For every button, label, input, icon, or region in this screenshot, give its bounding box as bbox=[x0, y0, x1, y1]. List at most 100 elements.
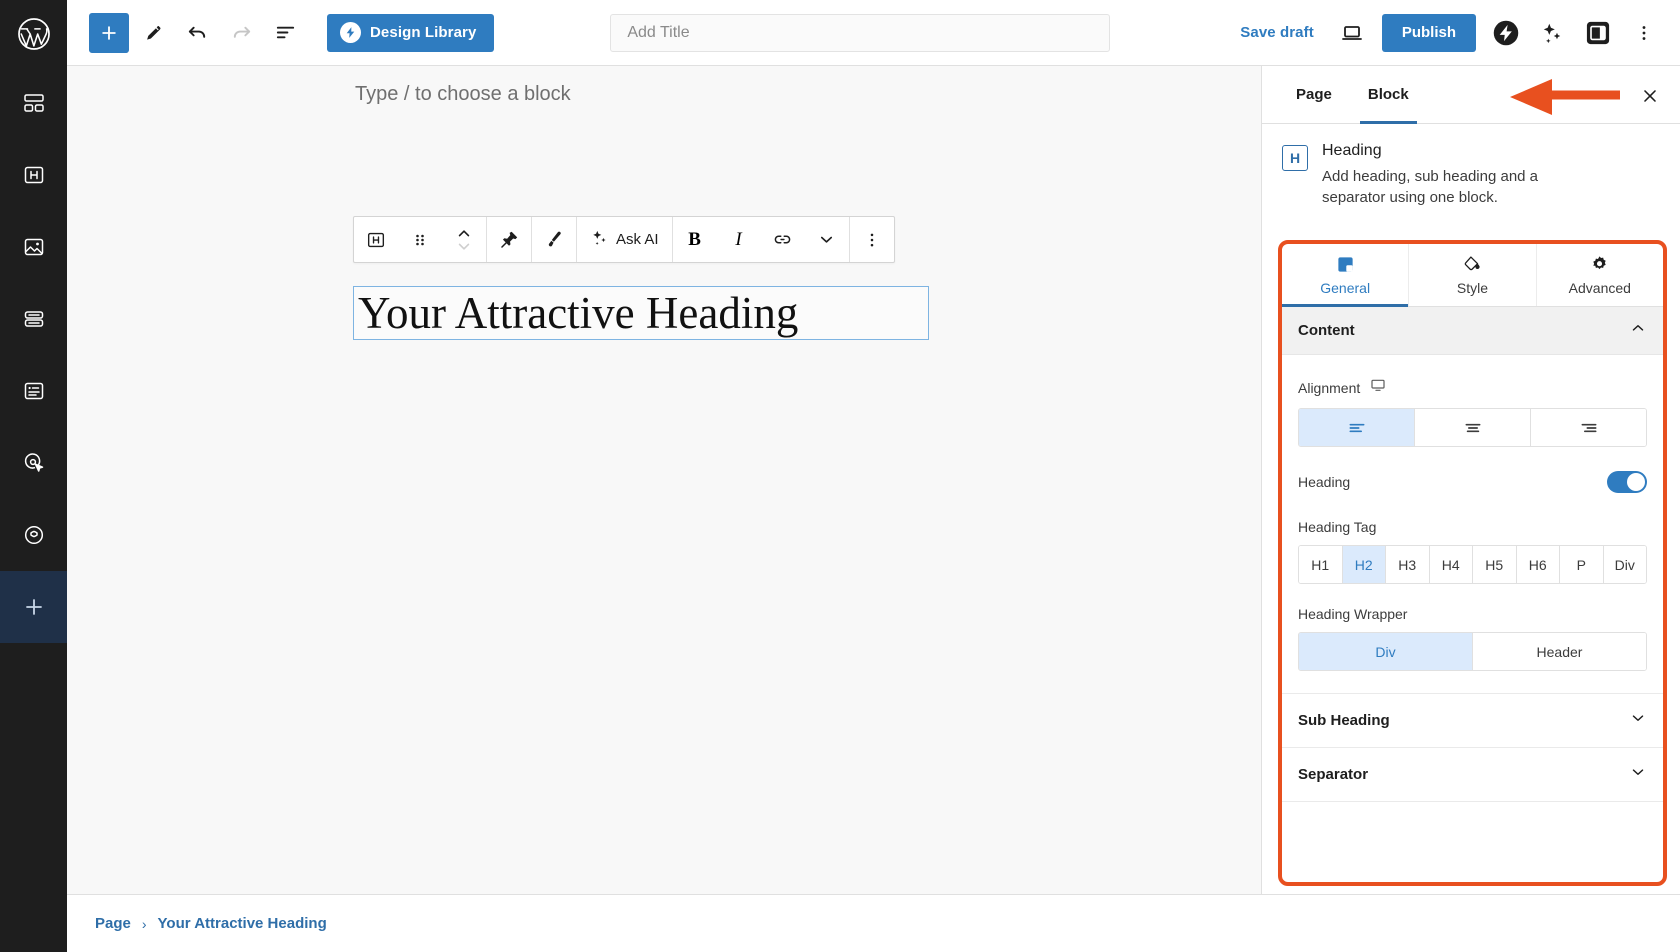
section-content-header[interactable]: Content bbox=[1282, 307, 1663, 355]
spectra-bolt-icon bbox=[340, 22, 361, 43]
chevron-down-icon bbox=[1629, 709, 1647, 732]
undo-icon[interactable] bbox=[177, 13, 217, 53]
gear-icon bbox=[1590, 255, 1609, 277]
block-toolbar-group-options bbox=[850, 217, 894, 262]
heading-block-text[interactable]: Your Attractive Heading bbox=[358, 290, 798, 336]
ask-ai-button[interactable]: Ask AI bbox=[577, 217, 672, 262]
heading-tag-h4[interactable]: H4 bbox=[1429, 546, 1473, 583]
align-left-button[interactable] bbox=[1299, 409, 1415, 446]
block-options-kebab[interactable] bbox=[850, 217, 894, 262]
sidebar-item-add[interactable] bbox=[0, 571, 67, 643]
layout-square-icon bbox=[1336, 255, 1355, 277]
drag-handle-icon[interactable] bbox=[398, 217, 442, 262]
add-block-button[interactable] bbox=[89, 12, 129, 53]
sidebar-item-stack[interactable] bbox=[0, 283, 67, 355]
more-rich-text-chevron[interactable] bbox=[805, 217, 849, 262]
tab-general[interactable]: General bbox=[1282, 244, 1410, 307]
block-toolbar-group-format: B I bbox=[673, 217, 850, 262]
heading-tag-h2[interactable]: H2 bbox=[1342, 546, 1386, 583]
sidebar-item-interaction[interactable] bbox=[0, 427, 67, 499]
publish-button[interactable]: Publish bbox=[1381, 13, 1476, 52]
block-name: Heading bbox=[1322, 142, 1382, 159]
desktop-icon[interactable] bbox=[1370, 377, 1386, 398]
settings-gear-icon bbox=[22, 523, 46, 547]
heading-tag-p[interactable]: P bbox=[1560, 546, 1604, 583]
add-icon bbox=[22, 595, 46, 619]
heading-toggle-switch[interactable] bbox=[1607, 471, 1647, 493]
sidebar-item-settings[interactable] bbox=[0, 499, 67, 571]
heading-block[interactable]: Your Attractive Heading bbox=[353, 286, 929, 340]
wordpress-logo-icon[interactable] bbox=[0, 0, 67, 67]
alignment-label: Alignment bbox=[1298, 379, 1361, 396]
bold-button[interactable]: B bbox=[673, 217, 717, 262]
panel-tab-bar: Page Block bbox=[1262, 66, 1680, 124]
chevron-down-icon bbox=[1629, 763, 1647, 786]
block-toolbar: Ask AI B I bbox=[353, 216, 895, 263]
top-toolbar: Design Library Save draft Publish bbox=[67, 0, 1680, 66]
pin-icon[interactable] bbox=[487, 217, 531, 262]
move-updown-icon[interactable] bbox=[442, 217, 486, 262]
heading-tag-h6[interactable]: H6 bbox=[1516, 546, 1560, 583]
settings-tab-bar: General Style Advanced bbox=[1282, 244, 1663, 307]
heading-tag-label: Heading Tag bbox=[1298, 519, 1377, 535]
heading-wrapper-button-group: Div Header bbox=[1298, 632, 1647, 671]
heading-wrapper-header[interactable]: Header bbox=[1473, 633, 1646, 670]
italic-button[interactable]: I bbox=[717, 217, 761, 262]
close-icon[interactable] bbox=[1632, 78, 1668, 114]
editor-canvas[interactable]: Type / to choose a block Ask AI B I Your… bbox=[67, 66, 1261, 894]
settings-sidebar-icon[interactable] bbox=[1576, 11, 1620, 55]
heading-tag-h5[interactable]: H5 bbox=[1473, 546, 1517, 583]
heading-tag-h1[interactable]: H1 bbox=[1299, 546, 1343, 583]
heading-wrapper-label-row: Heading Wrapper bbox=[1298, 584, 1647, 632]
field-heading-wrapper: Heading Wrapper Div Header bbox=[1282, 584, 1663, 693]
heading-block-icon bbox=[22, 163, 46, 187]
title-field-wrapper bbox=[494, 13, 1226, 52]
save-draft-button[interactable]: Save draft bbox=[1226, 24, 1328, 41]
edit-pen-icon[interactable] bbox=[133, 13, 173, 53]
design-library-button[interactable]: Design Library bbox=[327, 13, 495, 52]
heading-tag-h3[interactable]: H3 bbox=[1386, 546, 1430, 583]
block-toolbar-group-pin bbox=[487, 217, 532, 262]
image-block-icon bbox=[22, 235, 46, 259]
section-sub-heading-header[interactable]: Sub Heading bbox=[1282, 693, 1663, 747]
add-title-input[interactable] bbox=[610, 13, 1111, 52]
breadcrumb-item-page[interactable]: Page bbox=[95, 915, 131, 932]
ai-sparkle-icon[interactable] bbox=[1530, 11, 1574, 55]
rail-items bbox=[0, 67, 67, 643]
heading-wrapper-div[interactable]: Div bbox=[1299, 633, 1473, 670]
section-content-title: Content bbox=[1298, 322, 1355, 339]
heading-toggle-label: Heading bbox=[1298, 474, 1351, 490]
sidebar-item-image[interactable] bbox=[0, 211, 67, 283]
sidebar-item-dashboard[interactable] bbox=[0, 67, 67, 139]
preview-laptop-icon[interactable] bbox=[1330, 11, 1374, 55]
tab-page[interactable]: Page bbox=[1278, 66, 1350, 124]
heading-tag-label-row: Heading Tag bbox=[1298, 497, 1647, 545]
sidebar-item-heading[interactable] bbox=[0, 139, 67, 211]
tab-style[interactable]: Style bbox=[1409, 244, 1537, 306]
block-placeholder-text[interactable]: Type / to choose a block bbox=[355, 83, 571, 106]
document-overview-icon[interactable] bbox=[265, 13, 305, 53]
redo-icon[interactable] bbox=[221, 13, 261, 53]
options-kebab-icon[interactable] bbox=[1622, 11, 1666, 55]
panel-bottom-divider bbox=[1282, 801, 1663, 802]
section-separator-header[interactable]: Separator bbox=[1282, 747, 1663, 801]
align-center-button[interactable] bbox=[1415, 409, 1531, 446]
breadcrumb: Page › Your Attractive Heading bbox=[67, 894, 1680, 952]
alignment-button-group bbox=[1298, 408, 1647, 447]
tab-advanced[interactable]: Advanced bbox=[1537, 244, 1663, 306]
sidebar-item-card[interactable] bbox=[0, 355, 67, 427]
tab-block[interactable]: Block bbox=[1350, 66, 1427, 124]
card-block-icon bbox=[22, 379, 46, 403]
spectra-bolt-icon[interactable] bbox=[1484, 11, 1528, 55]
breadcrumb-item-block[interactable]: Your Attractive Heading bbox=[158, 915, 327, 932]
dashboard-icon bbox=[22, 91, 46, 115]
breadcrumb-separator: › bbox=[141, 915, 147, 932]
interaction-icon bbox=[22, 451, 46, 475]
link-button[interactable] bbox=[761, 217, 805, 262]
align-right-button[interactable] bbox=[1531, 409, 1646, 446]
chevron-up-icon bbox=[1629, 319, 1647, 342]
heading-tag-div[interactable]: Div bbox=[1603, 546, 1646, 583]
block-type-heading-icon[interactable] bbox=[354, 217, 398, 262]
brush-icon[interactable] bbox=[532, 217, 576, 262]
section-sub-heading-title: Sub Heading bbox=[1298, 712, 1390, 729]
